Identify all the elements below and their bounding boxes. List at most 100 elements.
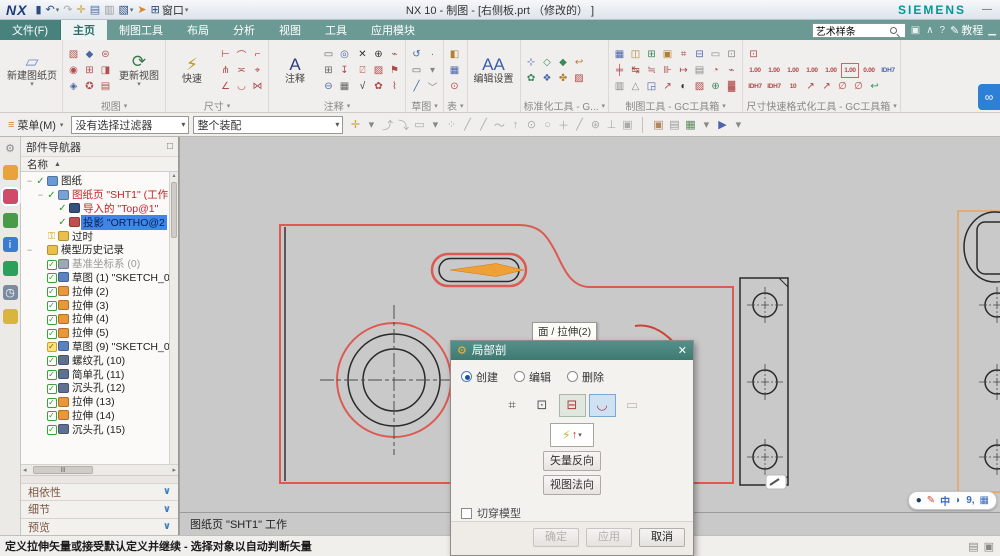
tree-expander-icon[interactable]: − [25, 176, 34, 186]
tree-item[interactable]: ✓ 基准坐标系 (0) [21, 257, 178, 271]
end-point-icon[interactable]: ⤴ [379, 117, 395, 133]
ribbon-icon[interactable]: ≒ [644, 63, 659, 78]
ribbon-icon[interactable]: ⌗ [676, 47, 691, 62]
ribbon-icon[interactable]: 10 [784, 79, 802, 94]
ribbon-icon[interactable]: ▦ [447, 63, 462, 78]
ribbon-icon[interactable]: · [425, 47, 440, 62]
ribbon-icon[interactable]: ∅ [835, 79, 850, 94]
tree-item[interactable]: ✓ 草图 (9) "SKETCH_0... [21, 340, 178, 354]
perp-icon[interactable]: ⊥ [603, 118, 619, 131]
ribbon-icon[interactable]: ⊡ [746, 47, 761, 62]
checkbox-icon[interactable]: ✓ [46, 383, 57, 394]
ribbon-icon[interactable]: √ [355, 79, 370, 94]
play-icon[interactable]: ▶ [714, 118, 730, 131]
ribbon-icon[interactable]: ✿ [371, 79, 386, 94]
ribbon-icon[interactable]: ⊕ [708, 79, 723, 94]
tree-item[interactable]: ✓ 拉伸 (14) [21, 409, 178, 423]
drawing-right-view-holes[interactable] [984, 292, 1000, 470]
ribbon-icon[interactable]: IDH7 [765, 79, 783, 94]
tree-vertical-scrollbar[interactable]: ▴ [169, 172, 178, 464]
ribbon-icon[interactable]: 1.00 [784, 63, 802, 78]
status-window-icon[interactable]: ▤ [968, 540, 978, 553]
ribbon-icon[interactable]: ◉ [66, 63, 81, 78]
ribbon-icon[interactable]: ↧ [337, 63, 352, 78]
cut-through-model-checkbox[interactable] [461, 507, 472, 519]
tree-item[interactable]: ✓ 拉伸 (3) [21, 298, 178, 312]
checkbox-icon[interactable]: ✓ [46, 287, 57, 298]
checkbox-icon[interactable]: ✓ [46, 314, 57, 325]
ribbon-icon[interactable]: ↗ [660, 79, 675, 94]
ime-logo-icon[interactable]: ● [916, 495, 922, 506]
ribbon-icon[interactable]: ⊹ [524, 55, 539, 70]
ribbon-icon[interactable]: ↗ [819, 79, 834, 94]
drawing-side-strip-outline[interactable] [739, 277, 789, 486]
ribbon-icon[interactable]: ✪ [82, 79, 97, 94]
status-dock-icon[interactable]: ▣ [984, 540, 994, 553]
capture-icon[interactable]: ▧ ▾ [119, 3, 134, 16]
ribbon-icon[interactable]: ▾ [425, 63, 440, 78]
dialog-title-bar[interactable]: ⚙ 局部剖 ✕ [451, 341, 693, 360]
ribbon-icon[interactable]: ▤ [692, 63, 707, 78]
navigator-column-header[interactable]: 名称 ▲ [21, 156, 178, 172]
tree-horizontal-scrollbar[interactable]: ◂ Ⅲ ▸ [21, 463, 178, 475]
ribbon-icon[interactable] [794, 47, 809, 62]
ribbon-icon[interactable]: ↩ [572, 55, 587, 70]
internet-icon[interactable]: i [2, 237, 18, 252]
ribbon-icon[interactable] [810, 47, 825, 62]
ribbon-icon[interactable]: ⌖ [250, 63, 265, 78]
mid-point-icon[interactable]: ⤵ [395, 117, 411, 133]
ribbon-icon[interactable]: ❖ [540, 71, 555, 86]
snap-caret-icon[interactable]: ▾ [363, 118, 379, 131]
snap-point-icon[interactable]: ✛ [347, 118, 363, 131]
command-finder-icon[interactable]: ▣ [911, 25, 920, 36]
touch-icon[interactable]: ➤ [137, 3, 146, 16]
ribbon-icon[interactable]: ⊙ [447, 79, 462, 94]
tab-layout[interactable]: 布局 [175, 20, 221, 40]
ribbon-icon[interactable]: ◇ [540, 55, 555, 70]
ribbon-icon[interactable]: ↗ [803, 79, 818, 94]
ribbon-icon[interactable]: ▨ [692, 79, 707, 94]
group-dialog-launcher[interactable]: ▾ [227, 102, 231, 110]
tutorial-button[interactable]: ✎ 教程 [950, 22, 983, 38]
point-cloud-icon[interactable]: ⁘ [443, 118, 459, 131]
section-预览[interactable]: 预览 ∨ [21, 517, 178, 535]
slash-icon[interactable]: ╱ [571, 118, 587, 131]
tree-expander-icon[interactable]: − [36, 190, 45, 200]
ribbon-icon[interactable]: ▣ [660, 47, 675, 62]
ribbon-icon[interactable]: IDH7 [879, 63, 897, 78]
ribbon-icon[interactable]: ▭ [321, 47, 336, 62]
ribbon-icon[interactable]: ▧ [66, 47, 81, 62]
ribbon-icon[interactable]: ⌇ [387, 79, 402, 94]
section-细节[interactable]: 细节 ∨ [21, 500, 178, 518]
ribbon-icon[interactable]: ⌒ [234, 47, 249, 62]
rotate-icon[interactable]: ⊛ [587, 118, 603, 131]
ribbon-icon[interactable]: ▨ [572, 71, 587, 86]
ribbon-icon[interactable]: ◫ [628, 47, 643, 62]
extrusion-vector-arrow[interactable] [449, 263, 525, 277]
ribbon-icon[interactable]: ▦ [337, 79, 352, 94]
ime-toolbar[interactable]: ● ✎ 中 ◗ 9, ▦ [907, 491, 997, 510]
selection-scope-dropdown[interactable]: 整个装配 ▾ [193, 115, 344, 134]
update-views-button[interactable]: ⟳ 更新视图 ▾ [116, 51, 162, 89]
minimize-ribbon-button[interactable]: ▁ [988, 25, 996, 36]
ribbon-icon[interactable] [762, 47, 777, 62]
roles-float-button[interactable]: ∞ [978, 84, 1000, 110]
ribbon-icon[interactable] [778, 47, 793, 62]
ribbon-icon[interactable]: ⊞ [321, 63, 336, 78]
ribbon-icon[interactable]: ✿ [524, 71, 539, 86]
group-dialog-launcher[interactable]: ▾ [124, 102, 128, 110]
edit-settings-button[interactable]: AA 编辑设置 [471, 54, 517, 86]
ribbon-icon[interactable]: ◔ [708, 63, 723, 78]
undo-icon[interactable]: ↶ ▾ [46, 3, 60, 16]
checkbox-icon[interactable]: ✓ [46, 425, 57, 436]
group-dialog-launcher[interactable]: ▾ [602, 102, 606, 110]
ribbon-icon[interactable]: ⌐ [250, 47, 265, 62]
ribbon-icon[interactable]: IDH7 [746, 79, 764, 94]
ribbon-icon[interactable]: ▓ [724, 79, 739, 94]
checkbox-icon[interactable]: ✓ [46, 328, 57, 339]
ribbon-icon[interactable]: ﹀ [425, 79, 440, 94]
button-取消[interactable]: 取消 [639, 528, 685, 547]
part-navigator-icon[interactable] [0, 187, 20, 206]
ribbon-icon[interactable]: ⊖ [321, 79, 336, 94]
ribbon-icon[interactable]: 1.00 [746, 63, 764, 78]
